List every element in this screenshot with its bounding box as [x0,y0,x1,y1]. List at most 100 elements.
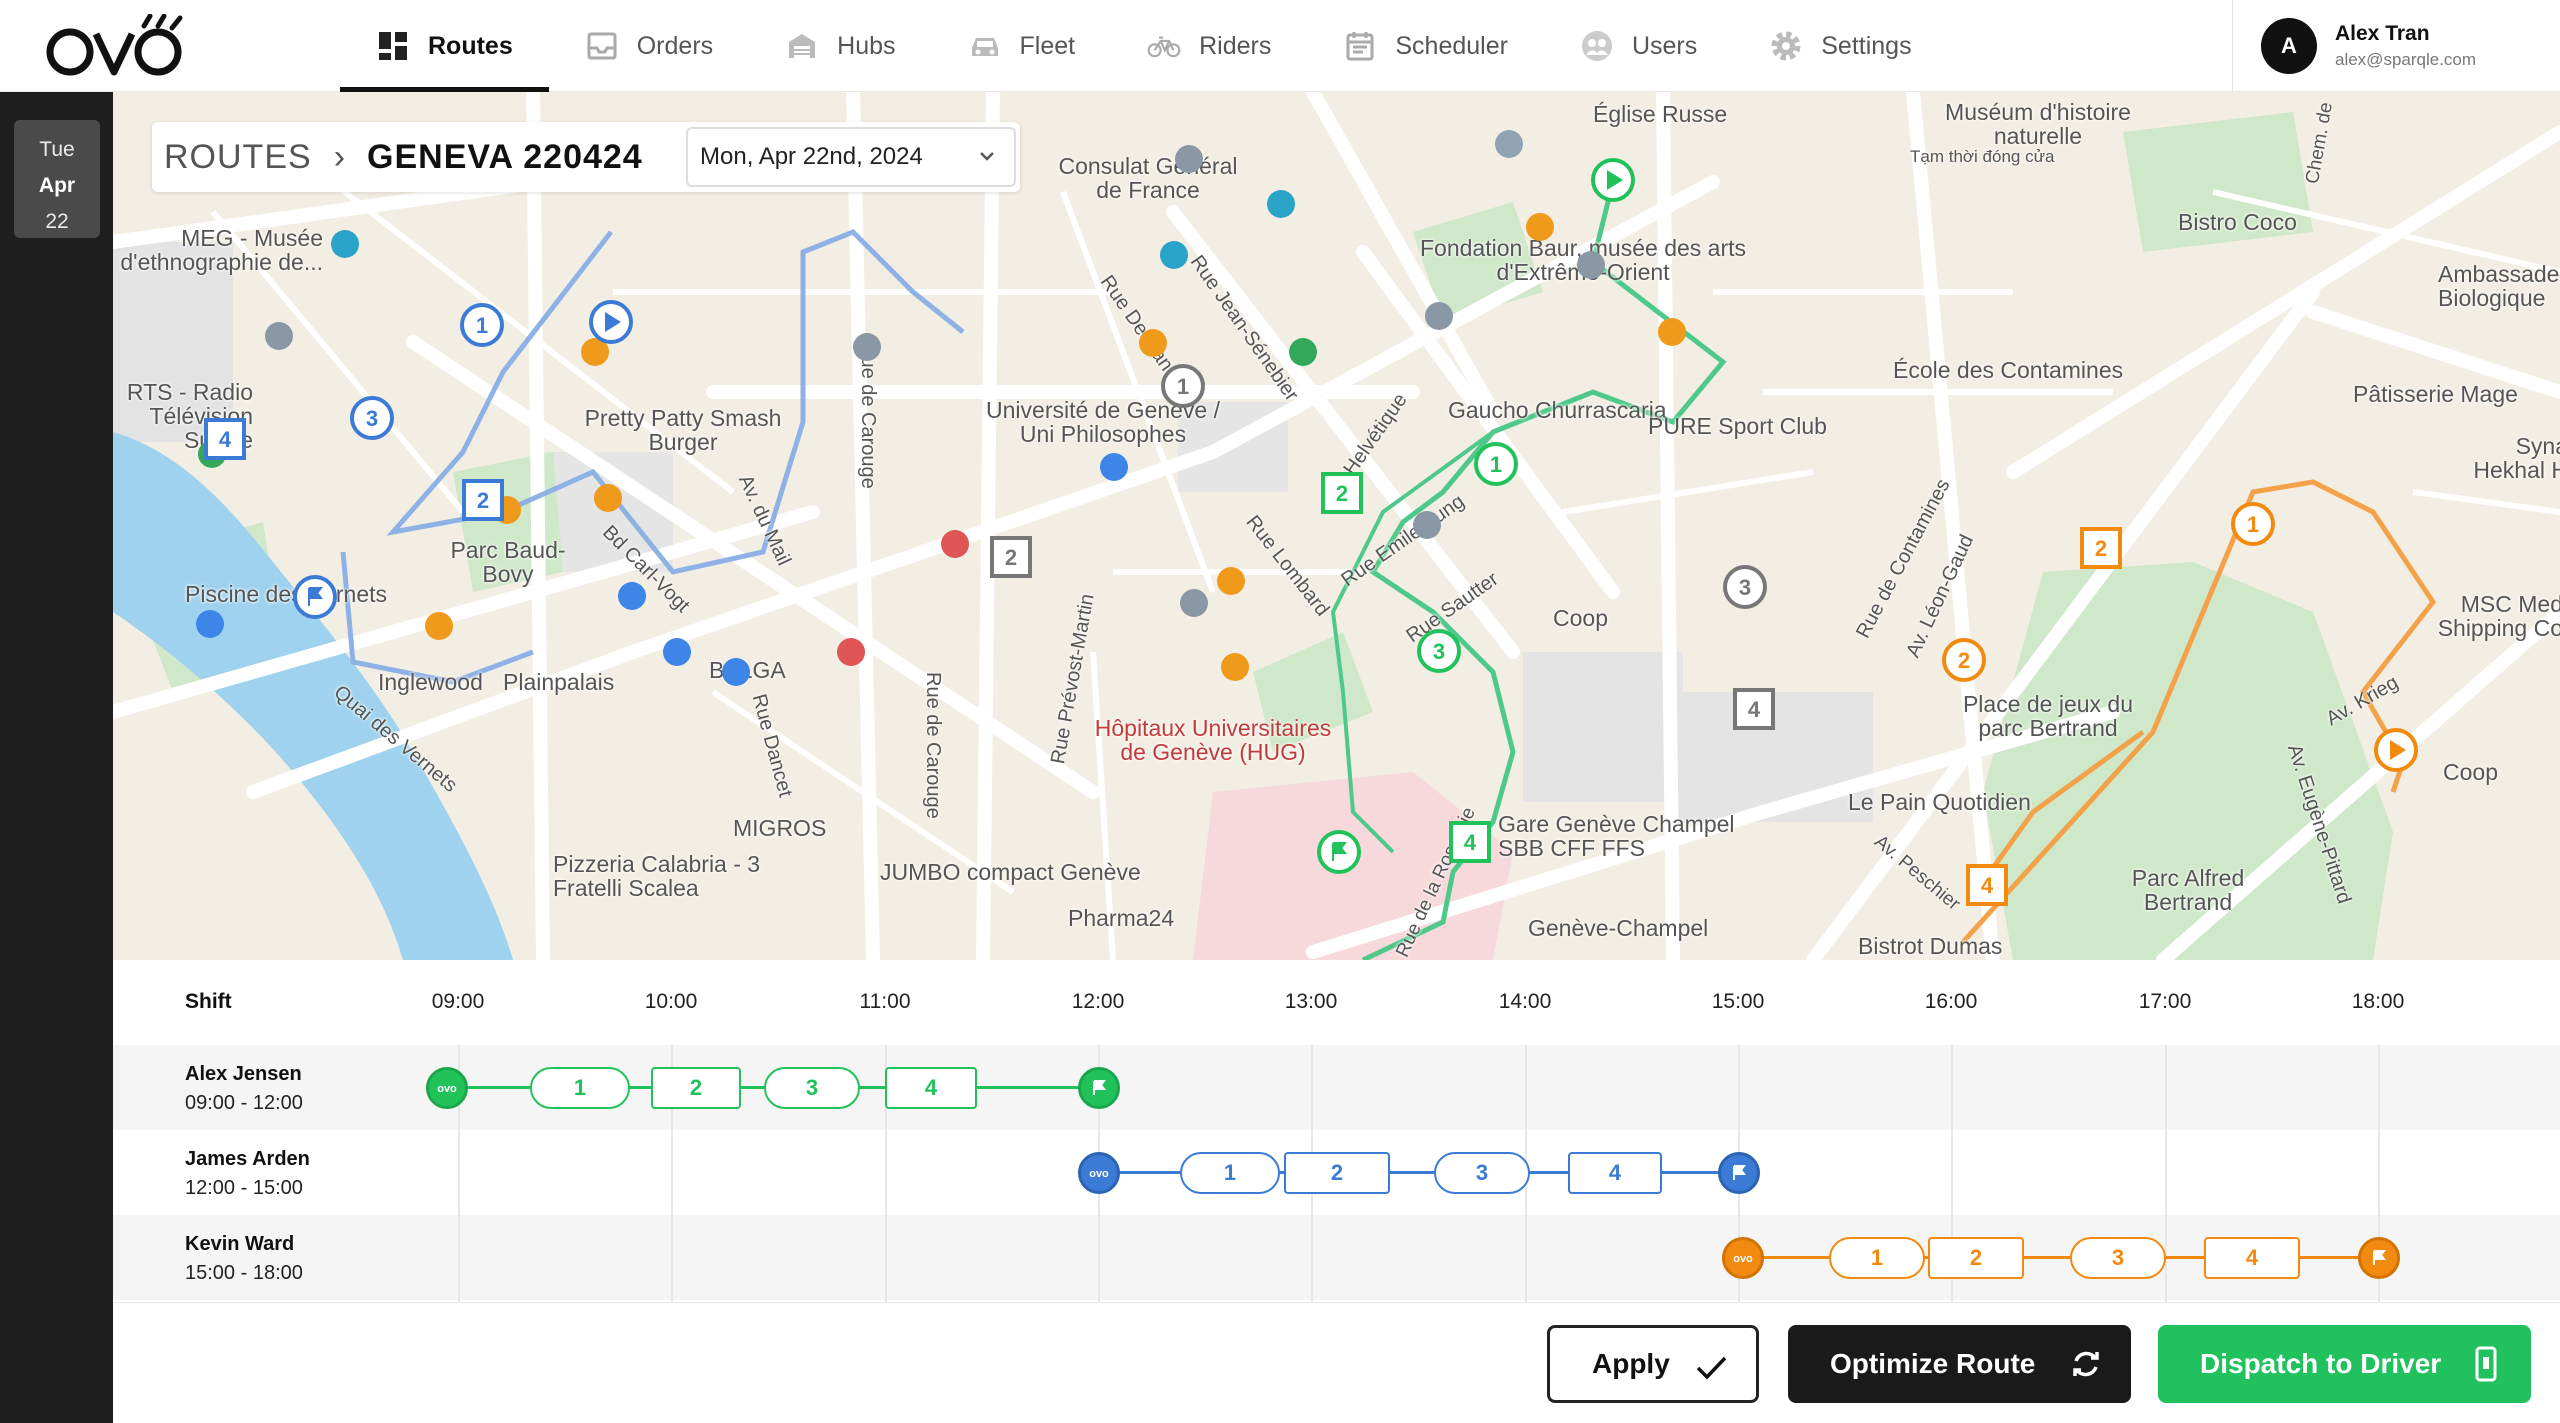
user-name: Alex Tran [2335,22,2430,45]
shift-header-label: Shift [185,990,232,1013]
user-email: alex@sparqle.com [2335,50,2477,69]
svg-text:ovo: ovo [437,1083,457,1095]
svg-text:ovo: ovo [1089,1168,1109,1180]
green-stop-3-marker: 3 [1417,629,1461,673]
warehouse-icon [785,29,819,63]
timeline-stop-2[interactable]: 2 [651,1067,741,1109]
apply-button[interactable]: Apply [1547,1325,1759,1403]
route-date-value: Mon, Apr 22nd, 2024 [700,143,923,170]
route-map[interactable]: Église Russe Muséum d'histoire naturelle… [113,92,2560,960]
date-chip-month: Apr [38,174,76,197]
svg-text:4: 4 [219,427,232,452]
refresh-icon [2073,1351,2099,1377]
chevron-right-icon: › [333,137,346,176]
apply-button-label: Apply [1592,1348,1670,1379]
route-date-select[interactable]: Mon, Apr 22nd, 2024 [686,127,1016,187]
gray-stop-3-marker: 3 [1723,565,1767,609]
date-chip-selected[interactable]: Tue Apr 22 [14,120,100,238]
start-vehicle-icon[interactable]: ovo [426,1067,468,1109]
svg-text:1: 1 [1490,452,1502,477]
car-icon [968,29,1002,63]
svg-text:2: 2 [1005,545,1017,570]
kevin-ward-track: ovo 1 2 3 4 [113,1215,2560,1300]
svg-text:1: 1 [1177,374,1189,399]
end-flag-icon[interactable] [2358,1237,2400,1279]
optimize-route-button[interactable]: Optimize Route [1788,1325,2131,1403]
optimize-route-label: Optimize Route [1830,1348,2036,1379]
breadcrumb-root[interactable]: ROUTES [164,138,312,177]
timeline-stop-4[interactable]: 4 [885,1067,977,1109]
top-navigation-bar: Routes Orders Hubs Fleet Riders Schedule… [0,0,2560,92]
nav-fleet[interactable]: Fleet [932,0,1112,92]
phone-icon [2475,1346,2497,1382]
orange-stop-1-marker: 1 [2231,502,2275,546]
alex-jensen-track: ovo 1 2 3 4 [113,1045,2560,1130]
timeline-stop-3[interactable]: 3 [1434,1152,1530,1194]
timeline-stop-1[interactable]: 1 [530,1067,630,1109]
green-start-marker [1591,158,1635,202]
timeline-stop-2[interactable]: 2 [1928,1237,2024,1279]
tick-label: 16:00 [1924,990,1978,1013]
users-icon [1580,29,1614,63]
svg-text:4: 4 [1981,873,1994,898]
green-stop-1-marker: 1 [1474,442,1518,486]
gray-stop-4-marker: 4 [1733,688,1775,730]
date-chip-date: 22 [45,210,69,233]
nav-orders-label: Orders [636,31,714,60]
grid-icon [376,29,410,63]
svg-text:1: 1 [476,313,488,338]
timeline-stop-1[interactable]: 1 [1180,1152,1280,1194]
nav-hubs[interactable]: Hubs [749,0,931,92]
blue-stop-2-marker: 2 [462,479,504,521]
svg-text:2: 2 [477,488,489,513]
james-arden-track: ovo 1 2 3 4 [113,1130,2560,1215]
svg-text:3: 3 [366,406,378,431]
nav-routes-label: Routes [428,31,513,60]
timeline-stop-3[interactable]: 3 [764,1067,860,1109]
tick-label: 18:00 [2351,990,2405,1013]
timeline-stop-3[interactable]: 3 [2070,1237,2166,1279]
start-vehicle-icon[interactable]: ovo [1722,1237,1764,1279]
end-flag-icon[interactable] [1078,1067,1120,1109]
shift-timeline: Shift 09:00 10:00 11:00 12:00 13:00 14:0… [113,960,2560,1303]
blue-end-marker [293,575,337,619]
tick-label: 14:00 [1498,990,1552,1013]
ovo-logo[interactable] [40,14,190,78]
timeline-stop-4[interactable]: 4 [1568,1152,1662,1194]
nav-settings[interactable]: Settings [1733,0,1947,92]
nav-riders[interactable]: Riders [1111,0,1307,92]
svg-text:2: 2 [1958,648,1970,673]
timeline-stop-2[interactable]: 2 [1284,1152,1390,1194]
nav-scheduler[interactable]: Scheduler [1307,0,1544,92]
nav-users[interactable]: Users [1544,0,1733,92]
end-flag-icon[interactable] [1718,1152,1760,1194]
user-profile-menu[interactable]: A Alex Tran alex@sparqle.com [2232,0,2560,92]
svg-text:2: 2 [2095,536,2107,561]
nav-users-label: Users [1631,31,1698,60]
timeline-stop-4[interactable]: 4 [2204,1237,2300,1279]
blue-stop-4-marker: 4 [204,418,246,460]
svg-text:4: 4 [1464,830,1477,855]
tick-label: 09:00 [431,990,485,1013]
page-title: GENEVA 220424 [367,137,643,176]
dispatch-to-driver-button[interactable]: Dispatch to Driver [2158,1325,2531,1403]
nav-fleet-label: Fleet [1019,31,1076,60]
check-icon [1696,1356,1727,1380]
nav-routes[interactable]: Routes [340,0,549,92]
nav-orders[interactable]: Orders [549,0,749,92]
svg-text:1: 1 [2247,512,2259,537]
tick-label: 10:00 [644,990,698,1013]
nav-hubs-label: Hubs [837,31,896,60]
blue-stop-3-marker: 3 [350,396,394,440]
blue-stop-1-marker: 1 [460,303,504,347]
orange-stop-4-marker: 4 [1966,864,2008,906]
dispatch-to-driver-label: Dispatch to Driver [2200,1348,2442,1379]
orange-start-marker [2374,728,2418,772]
start-vehicle-icon[interactable]: ovo [1078,1152,1120,1194]
svg-text:4: 4 [1748,697,1761,722]
gray-stop-2-marker: 2 [990,536,1032,578]
main-nav: Routes Orders Hubs Fleet Riders Schedule… [340,0,1948,92]
route-markers-layer: 1 2 3 4 1 2 3 4 1 2 3 4 1 2 2 4 [204,158,2418,906]
tick-label: 15:00 [1711,990,1765,1013]
timeline-stop-1[interactable]: 1 [1829,1237,1925,1279]
